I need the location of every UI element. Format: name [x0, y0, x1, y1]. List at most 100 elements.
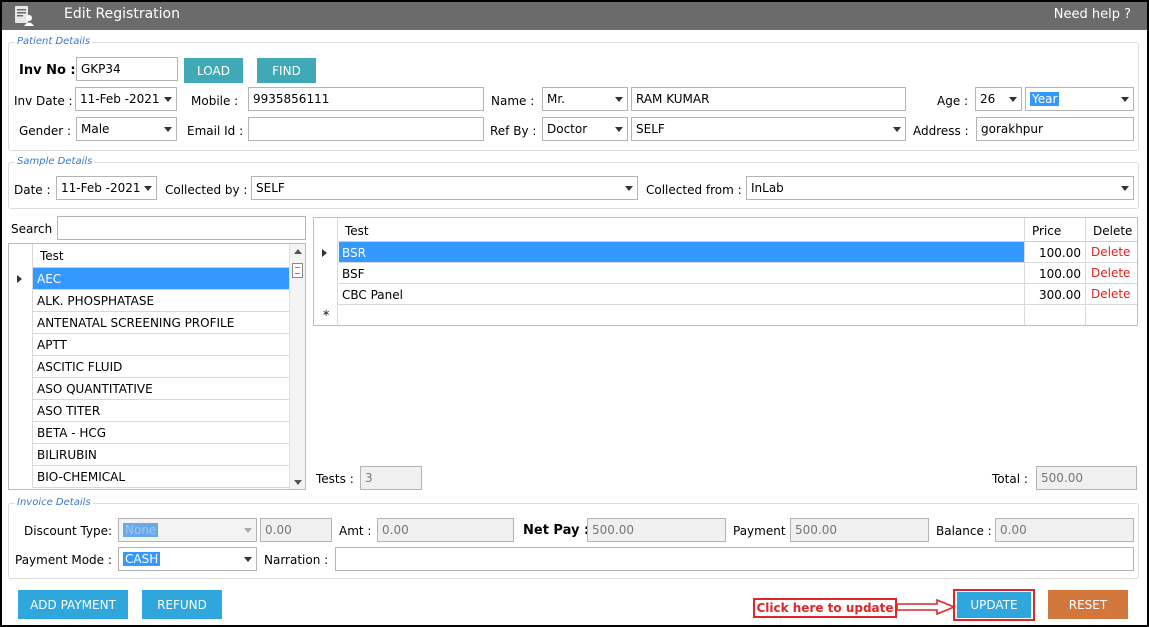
refby-select[interactable]: SELF [631, 117, 906, 141]
patient-details-legend: Patient Details [15, 36, 93, 47]
selected-tests-header: Test Price Delete [314, 218, 1137, 325]
total-label: Total : [992, 472, 1028, 486]
row-header [314, 263, 338, 284]
selected-test-price: 300.00 [1039, 288, 1081, 302]
gender-label: Gender : [19, 124, 72, 138]
test-name: AEC [37, 272, 62, 286]
amt-field: 0.00 [377, 518, 514, 542]
sample-date-picker[interactable]: 11-Feb -2021 [56, 176, 157, 200]
chevron-down-icon [615, 127, 623, 132]
row-header: ∗ [314, 305, 338, 325]
test-list-item[interactable]: ALK. PHOSPHATASE [9, 290, 289, 312]
collected-by-label: Collected by : [165, 183, 248, 197]
age-unit-select[interactable]: Year [1025, 87, 1134, 111]
row-header [9, 444, 33, 466]
delete-link[interactable]: Delete [1091, 245, 1130, 259]
invoice-details-legend: Invoice Details [15, 497, 93, 508]
test-name: ASO QUANTITATIVE [37, 382, 153, 396]
row-selection [339, 242, 1024, 262]
test-list-item[interactable]: BILIRUBIN [9, 444, 289, 466]
selected-test-row[interactable]: BSF 100.00 Delete [314, 263, 1137, 284]
collected-from-label: Collected from : [646, 183, 742, 197]
tests-count-label: Tests : [316, 472, 354, 486]
reset-button[interactable]: RESET [1048, 590, 1128, 619]
gender-select[interactable]: Male [76, 117, 177, 141]
narration-input[interactable] [335, 547, 1134, 571]
collected-from-value: InLab [751, 181, 784, 195]
age-label: Age : [937, 94, 969, 108]
collected-by-select[interactable]: SELF [251, 176, 638, 200]
delete-link[interactable]: Delete [1091, 287, 1130, 301]
email-input[interactable] [248, 117, 484, 141]
test-list-item[interactable]: AEC [9, 268, 289, 290]
row-header [9, 400, 33, 422]
test-list-item[interactable]: ANTENATAL SCREENING PROFILE [9, 312, 289, 334]
payment-field: 500.00 [790, 518, 929, 542]
search-input[interactable] [57, 216, 306, 240]
row-header [9, 356, 33, 378]
refby-type-select[interactable]: Doctor [542, 117, 628, 141]
payment-mode-select[interactable]: CASH [118, 547, 257, 571]
discount-type-select[interactable]: None [118, 518, 257, 542]
mobile-label: Mobile : [191, 94, 239, 108]
balance-label: Balance : [936, 524, 992, 538]
payment-mode-wrap: CASH [123, 552, 161, 566]
test-list-item[interactable]: ASO QUANTITATIVE [9, 378, 289, 400]
test-name: BILIRUBIN [37, 448, 97, 462]
selected-test-row[interactable]: CBC Panel 300.00 Delete [314, 284, 1137, 305]
find-button[interactable]: FIND [257, 58, 316, 83]
name-input[interactable]: RAM KUMAR [631, 87, 906, 111]
row-header [9, 466, 33, 488]
row-header-corner [9, 244, 33, 268]
refund-button[interactable]: REFUND [142, 590, 222, 619]
add-payment-button[interactable]: ADD PAYMENT [18, 590, 128, 619]
selected-test-price: 100.00 [1039, 246, 1081, 260]
test-name: BIO-CHEMICAL [37, 470, 126, 484]
selected-tests-grid: Test Price Delete BSR 100.00 Delete BSF 100.… [313, 217, 1138, 326]
mobile-input[interactable]: 9935856111 [248, 87, 484, 111]
inv-date-picker[interactable]: 11-Feb -2021 [75, 87, 177, 111]
update-callout: Click here to update [753, 598, 897, 618]
test-list-item[interactable]: ASCITIC FLUID [9, 356, 289, 378]
edit-registration-window: Edit Registration Need help ? Patient De… [0, 0, 1149, 627]
inv-date-label: Inv Date : [14, 94, 73, 108]
chevron-down-icon [244, 528, 252, 533]
callout-arrow-icon [897, 599, 955, 615]
window-title: Edit Registration [64, 6, 180, 22]
col-price-header: Price [1032, 224, 1062, 238]
test-list-item[interactable]: BIO-CHEMICAL [9, 466, 289, 488]
test-list-scrollbar[interactable] [289, 244, 305, 489]
test-list-header: Test [9, 244, 289, 268]
sample-date-label: Date : [14, 183, 51, 197]
test-list-header-label: Test [40, 249, 64, 263]
scroll-down-arrow-icon[interactable] [294, 480, 302, 485]
payment-mode-value: CASH [123, 552, 161, 566]
update-button[interactable]: UPDATE [957, 592, 1031, 618]
scrollbar-thumb[interactable] [292, 263, 303, 278]
address-label: Address : [913, 124, 969, 138]
test-list-item[interactable]: ASO TITER [9, 400, 289, 422]
chevron-down-icon [144, 186, 152, 191]
thumb-grip [295, 267, 300, 274]
delete-link[interactable]: Delete [1091, 266, 1130, 280]
inv-no-label: Inv No : [19, 63, 76, 78]
test-list-item[interactable]: BETA - HCG [9, 422, 289, 444]
name-label: Name : [491, 94, 535, 108]
sample-details-legend: Sample Details [15, 156, 95, 167]
new-row[interactable]: ∗ [314, 305, 1137, 325]
selected-test-row[interactable]: BSR 100.00 Delete [314, 242, 1137, 263]
inv-no-input[interactable]: GKP34 [76, 57, 178, 81]
load-button[interactable]: LOAD [184, 58, 243, 83]
discount-type-value: None [123, 523, 159, 537]
address-input[interactable]: gorakhpur [976, 117, 1134, 141]
tests-count-field: 3 [360, 466, 422, 490]
age-select[interactable]: 26 [975, 87, 1022, 111]
need-help-link[interactable]: Need help ? [1054, 7, 1131, 22]
collected-from-select[interactable]: InLab [746, 176, 1134, 200]
scroll-up-arrow-icon[interactable] [294, 249, 302, 254]
test-list-item[interactable]: APTT [9, 334, 289, 356]
row-header [9, 422, 33, 444]
test-name: ANTENATAL SCREENING PROFILE [37, 316, 235, 330]
test-name: BETA - HCG [37, 426, 107, 440]
name-title-select[interactable]: Mr. [542, 87, 628, 111]
